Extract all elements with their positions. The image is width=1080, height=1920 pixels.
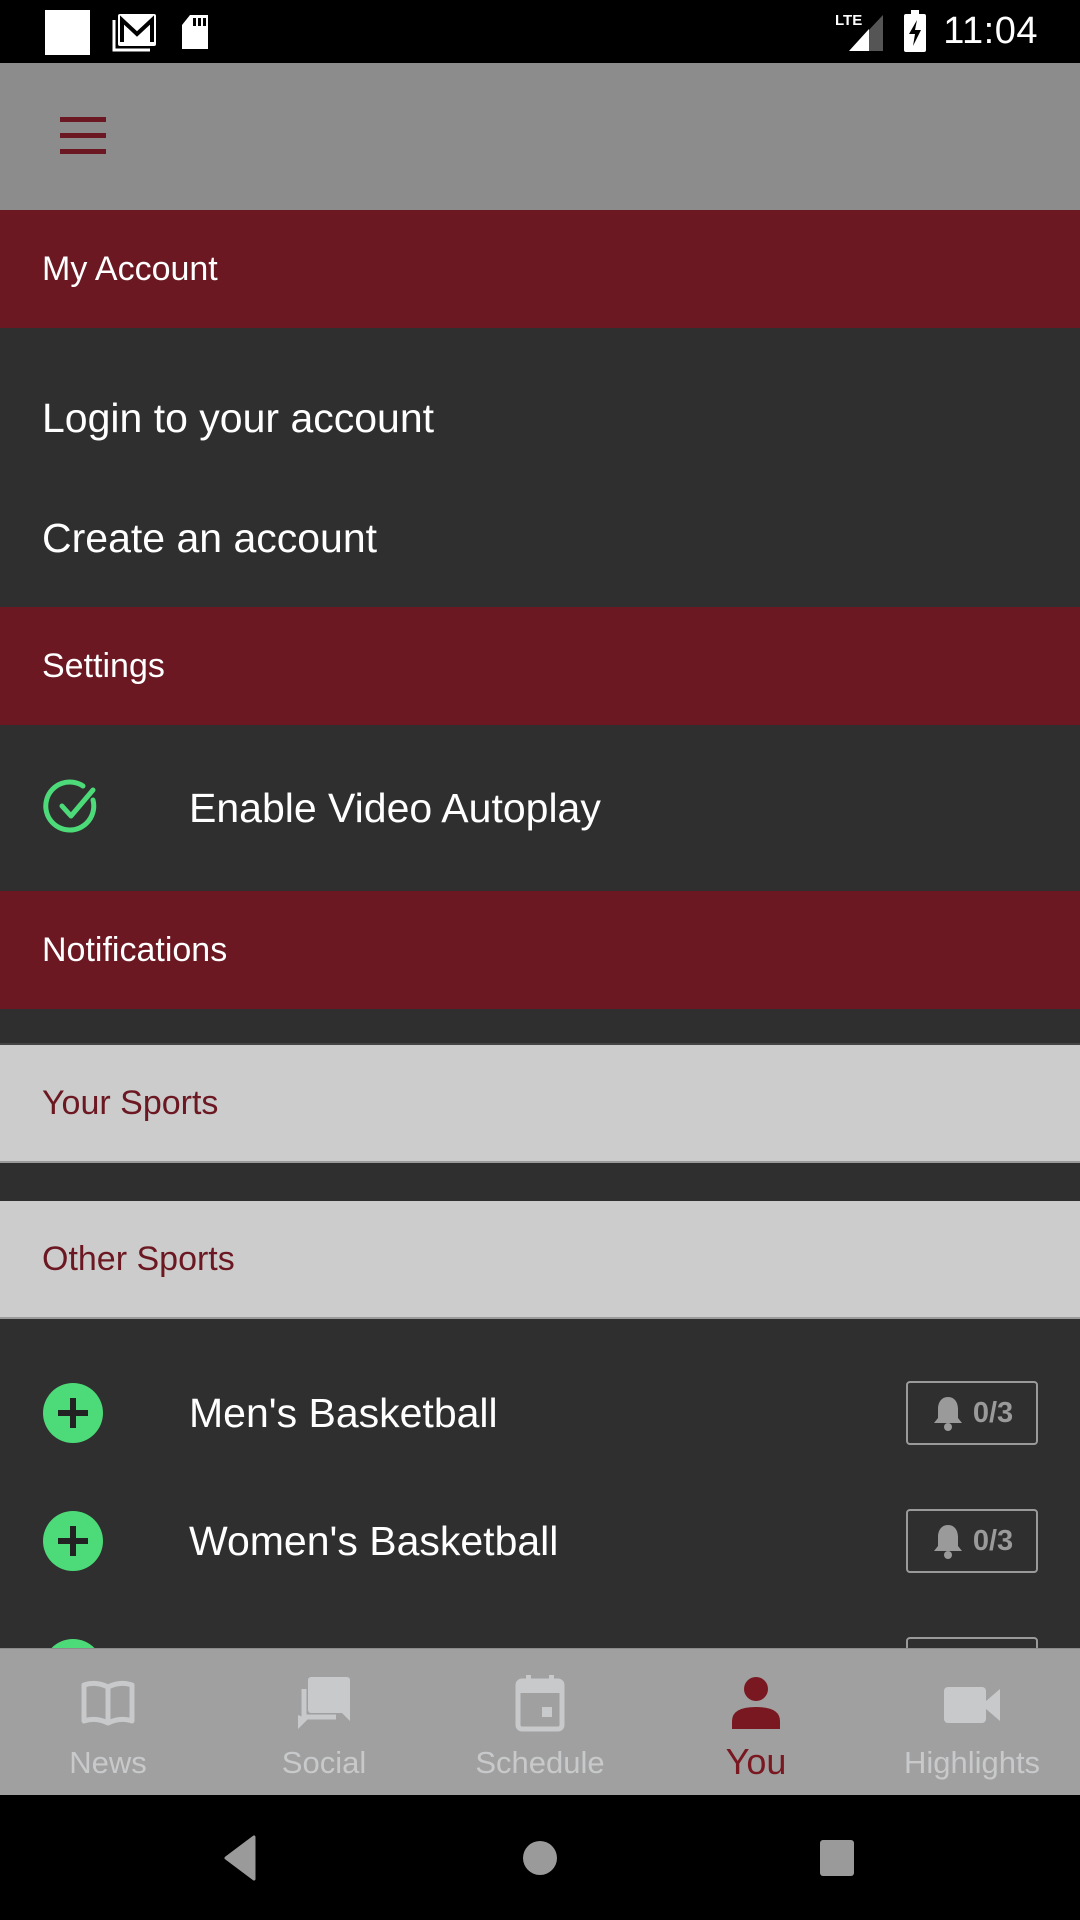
nav-tab-social[interactable]: Social <box>216 1649 432 1795</box>
sport-row: Women's Basketball 0/3 <box>0 1477 1080 1605</box>
bottom-navigation: News Social Schedule You Highlights <box>0 1648 1080 1795</box>
system-navigation-bar <box>0 1795 1080 1920</box>
nav-tab-news[interactable]: News <box>0 1649 216 1795</box>
check-circle-icon[interactable] <box>43 778 103 838</box>
section-header-notifications: Notifications <box>0 891 1080 1009</box>
section-header-my-account: My Account <box>0 210 1080 328</box>
you-page-content[interactable]: My Account Login to your account Create … <box>0 210 1080 1648</box>
login-link[interactable]: Login to your account <box>0 358 1080 478</box>
nav-tab-schedule[interactable]: Schedule <box>432 1649 648 1795</box>
add-sport-icon[interactable] <box>43 1383 103 1443</box>
status-bar: LTE 11:04 <box>0 0 1080 63</box>
sport-row-partial <box>0 1605 1080 1648</box>
other-sports-list: Men's Basketball 0/3 Women's Basketball <box>0 1319 1080 1648</box>
other-sports-header: Other Sports <box>0 1201 1080 1319</box>
notification-count-button[interactable]: 0/3 <box>906 1381 1038 1445</box>
your-sports-header: Your Sports <box>0 1045 1080 1163</box>
notification-count: 0/3 <box>972 1524 1014 1557</box>
recents-icon[interactable] <box>812 1835 862 1881</box>
nav-tab-highlights[interactable]: Highlights <box>864 1649 1080 1795</box>
video-camera-icon <box>944 1687 1000 1723</box>
hamburger-menu-icon[interactable] <box>56 113 108 159</box>
gmail-icon <box>112 14 156 52</box>
battery-charging-icon <box>904 10 927 52</box>
nav-label: News <box>69 1745 147 1780</box>
add-sport-icon[interactable] <box>43 1511 103 1571</box>
notification-count: 0/3 <box>972 1396 1014 1429</box>
video-autoplay-label: Enable Video Autoplay <box>189 784 601 831</box>
divider <box>0 1009 1080 1045</box>
back-icon[interactable] <box>218 1835 268 1881</box>
svg-text:LTE: LTE <box>835 12 862 29</box>
book-icon <box>81 1680 135 1726</box>
nav-label: You <box>725 1741 787 1782</box>
section-header-settings: Settings <box>0 607 1080 725</box>
person-icon <box>732 1677 780 1729</box>
add-sport-icon[interactable] <box>43 1639 103 1648</box>
status-left-icons <box>45 9 210 55</box>
nav-tab-you[interactable]: You <box>648 1649 864 1795</box>
sport-name: Men's Basketball <box>189 1389 498 1436</box>
notification-square-icon <box>45 9 90 55</box>
sport-row: Men's Basketball 0/3 <box>0 1349 1080 1477</box>
create-account-link[interactable]: Create an account <box>0 478 1080 598</box>
nav-label: Schedule <box>475 1745 605 1780</box>
status-clock: 11:04 <box>943 9 1038 52</box>
calendar-icon <box>515 1675 565 1732</box>
video-autoplay-toggle[interactable]: Enable Video Autoplay <box>0 725 1080 891</box>
app-bar <box>0 63 1080 210</box>
chat-icon <box>298 1677 350 1729</box>
sport-name: Women's Basketball <box>189 1517 559 1564</box>
bell-icon <box>933 1397 962 1431</box>
lte-signal-icon: LTE <box>835 12 884 51</box>
home-icon[interactable] <box>515 1835 565 1881</box>
sd-card-icon <box>182 15 208 49</box>
status-right-icons: LTE 11:04 <box>835 8 1038 54</box>
nav-label: Highlights <box>903 1745 1041 1780</box>
nav-label: Social <box>281 1745 367 1780</box>
divider <box>0 1163 1080 1201</box>
bell-icon <box>933 1525 962 1559</box>
notification-count-button[interactable] <box>906 1637 1038 1648</box>
notification-count-button[interactable]: 0/3 <box>906 1509 1038 1573</box>
account-actions: Login to your account Create an account <box>0 328 1080 607</box>
